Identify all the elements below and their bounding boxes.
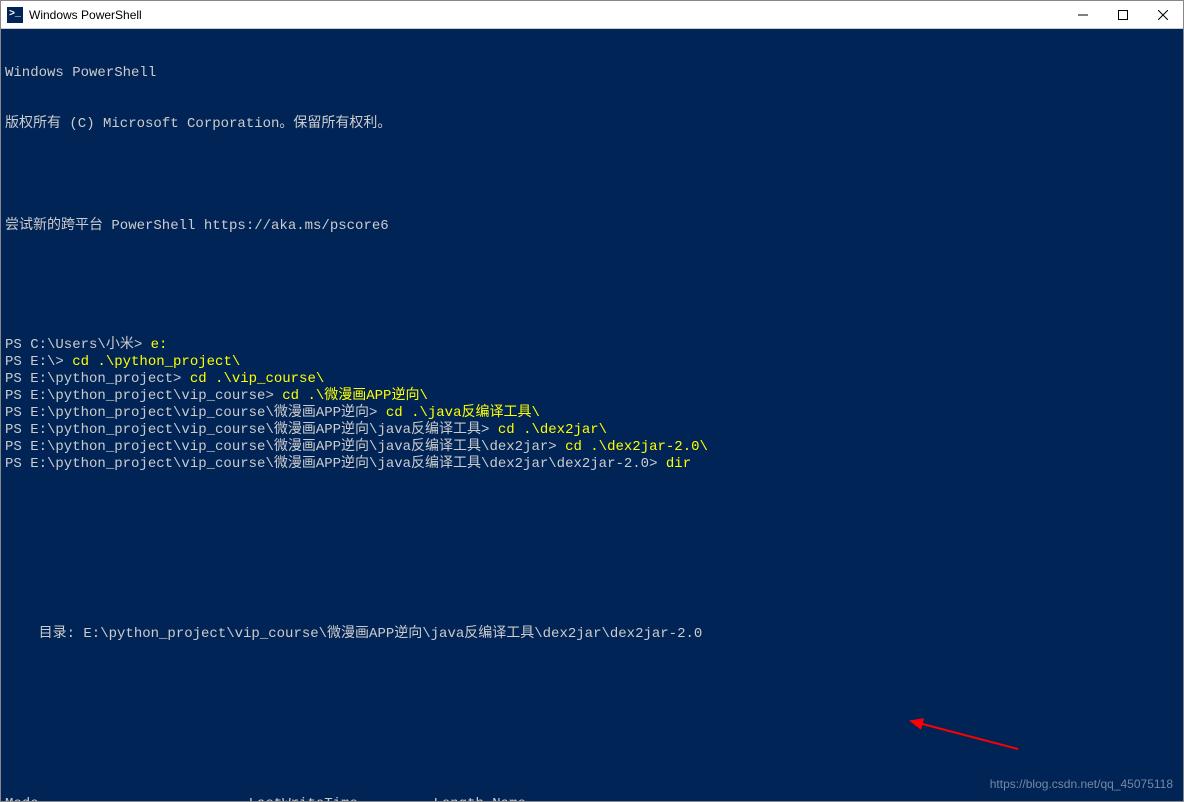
command-line: PS E:\> cd .\python_project\ <box>5 354 1179 371</box>
prompt-prefix: PS C:\Users\小米> <box>5 337 151 353</box>
prompt-prefix: PS E:\python_project\vip_course\微漫画APP逆向… <box>5 439 565 455</box>
command-line: PS E:\python_project\vip_course\微漫画APP逆向… <box>5 439 1179 456</box>
terminal-line <box>5 524 1179 541</box>
close-button[interactable] <box>1143 1 1183 29</box>
prompt-prefix: PS E:\python_project> <box>5 371 190 387</box>
command-text: cd .\微漫画APP逆向\ <box>282 388 428 404</box>
terminal-line <box>5 167 1179 184</box>
dir-header: 目录: E:\python_project\vip_course\微漫画APP逆… <box>5 626 1179 643</box>
command-text: dir <box>666 456 691 472</box>
powershell-icon: >_ <box>7 7 23 23</box>
maximize-button[interactable] <box>1103 1 1143 29</box>
prompt-prefix: PS E:\> <box>5 354 72 370</box>
prompt-prefix: PS E:\python_project\vip_course> <box>5 388 282 404</box>
prompt-prefix: PS E:\python_project\vip_course\微漫画APP逆向… <box>5 405 386 421</box>
directory-listing: Mode LastWriteTime Length Name---- -----… <box>5 796 1179 801</box>
command-line: PS E:\python_project> cd .\vip_course\ <box>5 371 1179 388</box>
window-title: Windows PowerShell <box>29 8 1063 22</box>
command-text: cd .\python_project\ <box>72 354 240 370</box>
prompt-block: PS C:\Users\小米> e:PS E:\> cd .\python_pr… <box>5 337 1179 473</box>
prompt-prefix: PS E:\python_project\vip_course\微漫画APP逆向… <box>5 456 666 472</box>
prompt-prefix: PS E:\python_project\vip_course\微漫画APP逆向… <box>5 422 498 438</box>
list-item: Mode LastWriteTime Length Name <box>5 796 1179 801</box>
command-line: PS E:\python_project\vip_course\微漫画APP逆向… <box>5 456 1179 473</box>
terminal[interactable]: Windows PowerShell 版权所有 (C) Microsoft Co… <box>1 29 1183 801</box>
command-text: cd .\java反编译工具\ <box>386 405 540 421</box>
watermark-text: https://blog.csdn.net/qq_45075118 <box>990 776 1173 793</box>
command-text: cd .\dex2jar\ <box>498 422 607 438</box>
terminal-line <box>5 677 1179 694</box>
titlebar[interactable]: >_ Windows PowerShell <box>1 1 1183 29</box>
command-text: e: <box>151 337 168 353</box>
window: >_ Windows PowerShell Windows PowerShell… <box>0 0 1184 802</box>
terminal-line: 尝试新的跨平台 PowerShell https://aka.ms/pscore… <box>5 218 1179 235</box>
command-line: PS C:\Users\小米> e: <box>5 337 1179 354</box>
terminal-line: 版权所有 (C) Microsoft Corporation。保留所有权利。 <box>5 116 1179 133</box>
terminal-line: Windows PowerShell <box>5 65 1179 82</box>
terminal-line <box>5 269 1179 286</box>
terminal-line <box>5 728 1179 745</box>
command-line: PS E:\python_project\vip_course\微漫画APP逆向… <box>5 405 1179 422</box>
command-line: PS E:\python_project\vip_course\微漫画APP逆向… <box>5 422 1179 439</box>
command-line: PS E:\python_project\vip_course> cd .\微漫… <box>5 388 1179 405</box>
command-text: cd .\dex2jar-2.0\ <box>565 439 708 455</box>
window-controls <box>1063 1 1183 29</box>
minimize-button[interactable] <box>1063 1 1103 29</box>
terminal-line <box>5 575 1179 592</box>
command-text: cd .\vip_course\ <box>190 371 324 387</box>
